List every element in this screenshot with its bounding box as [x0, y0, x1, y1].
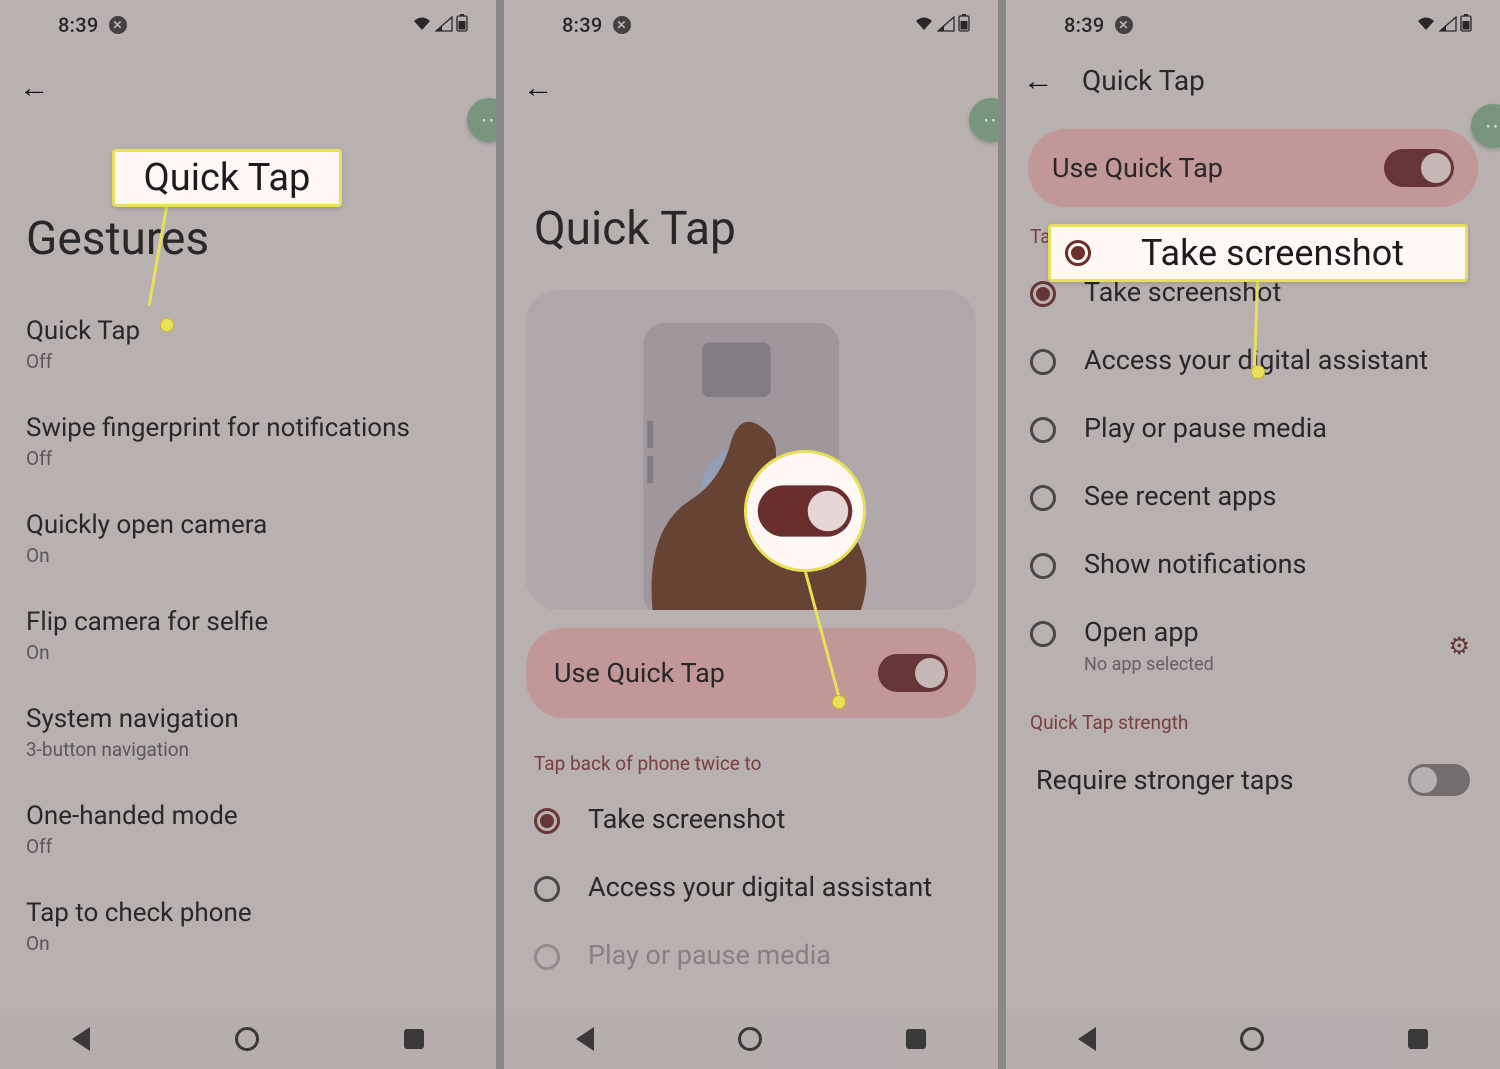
list-item[interactable]: System navigation 3-button navigation [26, 684, 470, 781]
radio-option-open-app[interactable]: Open app No app selected ⚙ [1006, 598, 1500, 693]
callout-dot [1251, 365, 1265, 379]
back-icon[interactable]: ← [1023, 67, 1054, 95]
nav-recents-icon[interactable] [906, 1029, 926, 1049]
radio-option[interactable]: Play or pause media [504, 921, 998, 989]
radio-option[interactable]: Play or pause media [1006, 394, 1500, 462]
nav-bar [0, 1009, 496, 1069]
battery-icon [456, 13, 468, 37]
assistant-bubble-icon[interactable]: ⋯ [1471, 104, 1500, 148]
screenshot-panel-1: 8:39 ✕ ← ⋯ Gestures Quick Tap Off Swipe … [0, 0, 496, 1069]
nav-back-icon[interactable] [72, 1027, 90, 1051]
radio-option[interactable]: Access your digital assistant [504, 853, 998, 921]
radio-icon [534, 944, 560, 970]
nav-back-icon[interactable] [1078, 1027, 1096, 1051]
list-item[interactable]: Quickly open camera On [26, 490, 470, 587]
radio-selected-icon [1030, 281, 1056, 307]
nav-recents-icon[interactable] [1408, 1029, 1428, 1049]
highlight-callout-take-screenshot: Take screenshot [1048, 224, 1468, 282]
radio-icon [1030, 485, 1056, 511]
radio-selected-icon [534, 808, 560, 834]
status-time: 8:39 [562, 13, 603, 37]
app-bar: ← [504, 44, 998, 112]
gear-icon[interactable]: ⚙ [1448, 632, 1470, 660]
use-quick-tap-toggle[interactable] [1384, 149, 1454, 187]
wifi-icon [412, 13, 432, 37]
signal-icon [435, 13, 453, 37]
require-stronger-taps-row[interactable]: Require stronger taps [1006, 744, 1500, 816]
radio-selected-icon [1065, 240, 1091, 266]
toggle-on-icon [758, 485, 853, 536]
signal-icon [1439, 13, 1457, 37]
battery-icon [958, 13, 970, 37]
radio-icon [1030, 349, 1056, 375]
nav-home-icon[interactable] [235, 1027, 259, 1051]
gestures-list: Quick Tap Off Swipe fingerprint for noti… [0, 296, 496, 975]
signal-icon [937, 13, 955, 37]
battery-icon [1460, 13, 1472, 37]
nav-recents-icon[interactable] [404, 1029, 424, 1049]
radio-option[interactable]: See recent apps [1006, 462, 1500, 530]
use-quick-tap-card[interactable]: Use Quick Tap [526, 628, 976, 718]
list-item[interactable]: Flip camera for selfie On [26, 587, 470, 684]
do-not-disturb-icon: ✕ [109, 16, 127, 34]
section-header-strength: Quick Tap strength [1006, 693, 1500, 744]
nav-bar [1006, 1009, 1500, 1069]
page-title: Quick Tap [504, 112, 998, 290]
wifi-icon [1416, 13, 1436, 37]
nav-back-icon[interactable] [576, 1027, 594, 1051]
nav-home-icon[interactable] [1240, 1027, 1264, 1051]
list-item[interactable]: One-handed mode Off [26, 781, 470, 878]
back-icon[interactable]: ← [523, 74, 554, 102]
app-bar: ← Quick Tap [1006, 44, 1500, 107]
quick-tap-illustration [526, 290, 976, 610]
radio-icon [1030, 553, 1056, 579]
use-quick-tap-card[interactable]: Use Quick Tap [1028, 129, 1478, 207]
back-icon[interactable]: ← [19, 74, 50, 102]
radio-option[interactable]: Take screenshot [504, 785, 998, 853]
radio-icon [534, 876, 560, 902]
highlight-callout-toggle [744, 450, 866, 572]
list-item[interactable]: Quick Tap Off [26, 296, 470, 393]
appbar-title: Quick Tap [1082, 64, 1205, 97]
do-not-disturb-icon: ✕ [613, 16, 631, 34]
use-quick-tap-toggle[interactable] [878, 654, 948, 692]
status-time: 8:39 [1064, 13, 1105, 37]
status-bar: 8:39 ✕ [0, 0, 496, 44]
radio-option[interactable]: Show notifications [1006, 530, 1500, 598]
do-not-disturb-icon: ✕ [1115, 16, 1133, 34]
list-item[interactable]: Swipe fingerprint for notifications Off [26, 393, 470, 490]
radio-icon [1030, 417, 1056, 443]
status-bar: 8:39 ✕ [1006, 0, 1500, 44]
require-stronger-taps-toggle[interactable] [1408, 764, 1470, 796]
highlight-callout-quick-tap: Quick Tap [112, 149, 342, 207]
callout-dot [832, 695, 846, 709]
section-header: Tap back of phone twice to [504, 718, 998, 785]
status-bar: 8:39 ✕ [504, 0, 998, 44]
nav-bar [504, 1009, 998, 1069]
list-item[interactable]: Tap to check phone On [26, 878, 470, 975]
radio-icon [1030, 621, 1056, 647]
app-bar: ← [0, 44, 496, 112]
screenshot-panel-2: 8:39 ✕ ← ⋯ Quick Tap Use Quick Tap Tap b… [504, 0, 998, 1069]
nav-home-icon[interactable] [738, 1027, 762, 1051]
status-time: 8:39 [58, 13, 99, 37]
callout-dot [160, 318, 174, 332]
wifi-icon [914, 13, 934, 37]
screenshot-panel-3: 8:39 ✕ ← Quick Tap ⋯ Use Quick Tap Tap b… [1006, 0, 1500, 1069]
